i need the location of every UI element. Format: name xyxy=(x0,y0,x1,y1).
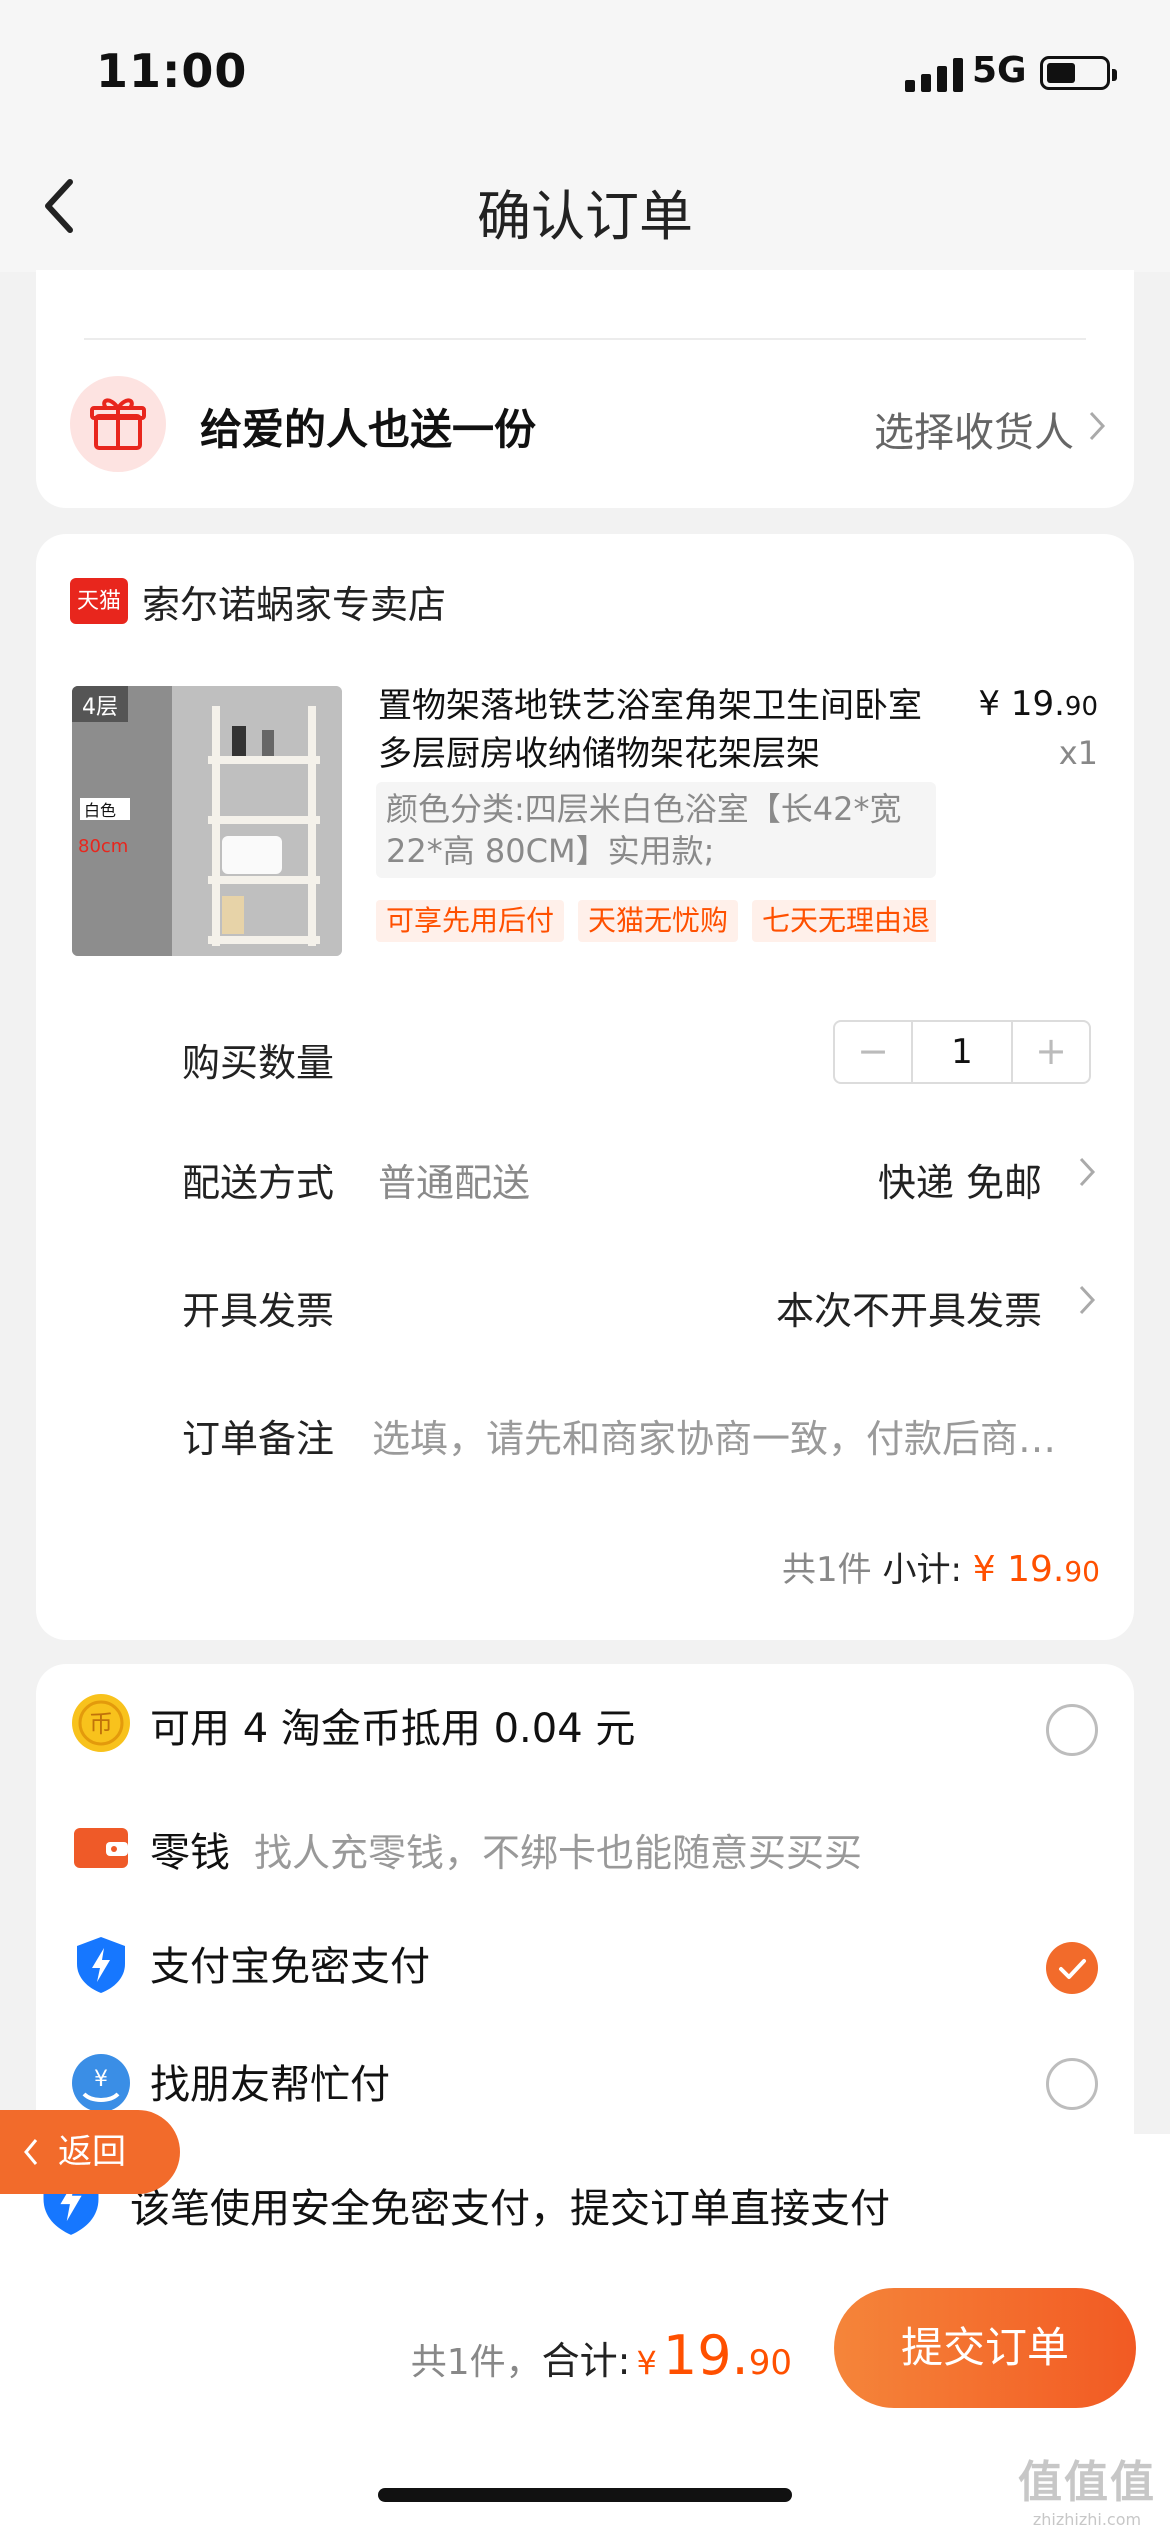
alipay-label: 支付宝免密支付 xyxy=(150,1944,430,1990)
shield-lightning-icon xyxy=(77,1937,125,1993)
note-label: 订单备注 xyxy=(182,1417,335,1461)
status-time: 11:00 xyxy=(96,44,248,98)
page-title: 确认订单 xyxy=(477,185,693,248)
product-price: ¥ 19.90 xyxy=(978,684,1098,724)
tag-seven-day-return: 七天无理由退 xyxy=(752,900,936,942)
order-total: 共1件， 合计: ¥ 19. 90 xyxy=(410,2324,792,2387)
check-icon xyxy=(1059,1959,1086,1979)
shipping-label: 配送方式 xyxy=(182,1161,335,1205)
invoice-label: 开具发票 xyxy=(182,1289,335,1333)
service-tags: 可享先用后付 天猫无忧购 七天无理由退 xyxy=(376,900,936,944)
bottom-bar: 该笔使用安全免密支付，提交订单直接支付 共1件， 合计: ¥ 19. 90 提交… xyxy=(0,2134,1170,2532)
sku-selector[interactable]: 颜色分类:四层米白色浴室【长42*宽 22*高 80CM】实用款; xyxy=(376,782,936,878)
svg-text:币: 币 xyxy=(89,1710,113,1738)
tag-tmall-worry-free: 天猫无忧购 xyxy=(578,900,739,942)
shipping-option[interactable]: 快递 免邮 xyxy=(878,1152,1042,1207)
chevron-right-icon xyxy=(1079,1285,1096,1315)
signal-icon xyxy=(905,56,963,92)
svg-text:¥: ¥ xyxy=(94,2067,108,2092)
chevron-left-icon xyxy=(24,2139,38,2165)
coin-icon: 币 xyxy=(72,1694,130,1752)
chevron-right-icon xyxy=(1089,411,1106,441)
watermark: 值值值 zhizhizhi.com xyxy=(1018,2457,1156,2529)
product-image[interactable]: 4层 白色 80cm xyxy=(72,686,342,956)
top-bar: 11:00 5G 确认订单 xyxy=(0,0,1170,272)
coins-label: 可用 4 淘金币抵用 0.04 元 xyxy=(150,1706,636,1752)
network-type: 5G xyxy=(972,50,1027,91)
order-note-input[interactable]: 选填，请先和商家协商一致，付款后商家可见 xyxy=(372,1408,1092,1463)
gift-label: 给爱的人也送一份 xyxy=(200,405,537,454)
select-recipient-link[interactable]: 选择收货人 xyxy=(874,400,1074,458)
submit-order-button[interactable]: 提交订单 xyxy=(834,2288,1136,2408)
change-label: 零钱 xyxy=(150,1830,230,1876)
back-label: 返回 xyxy=(58,2132,126,2172)
battery-icon xyxy=(1040,56,1117,90)
product-title[interactable]: 置物架落地铁艺浴室角架卫生间卧室多层厨房收纳储物架花架层架 xyxy=(378,682,938,778)
friend-pay-icon: ¥ xyxy=(72,2054,130,2112)
shipping-method: 普通配送 xyxy=(378,1161,531,1205)
payment-card: 币 可用 4 淘金币抵用 0.04 元 零钱 找人充零钱，不绑卡也能随意买买买 … xyxy=(36,1664,1134,2134)
quantity-stepper: − 1 + xyxy=(833,1020,1091,1084)
chevron-right-icon xyxy=(1079,1157,1096,1187)
friend-pay-radio[interactable] xyxy=(1046,2058,1098,2110)
wallet-icon xyxy=(74,1828,128,1868)
quantity-label: 购买数量 xyxy=(182,1041,335,1085)
quantity-input[interactable]: 1 xyxy=(911,1022,1013,1082)
gift-icon xyxy=(70,376,166,472)
increase-button[interactable]: + xyxy=(1013,1022,1089,1082)
order-card: 天猫 索尔诺蜗家专卖店 4层 白色 80cm 置物架落地铁艺浴室角架卫生间卧室多… xyxy=(36,534,1134,1640)
friend-pay-label: 找朋友帮忙付 xyxy=(150,2062,390,2108)
home-indicator[interactable] xyxy=(378,2488,792,2502)
product-quantity: x1 xyxy=(1058,734,1098,772)
image-color-label: 白色 xyxy=(84,801,116,820)
back-button[interactable]: 返回 xyxy=(0,2110,180,2194)
image-height-label: 80cm xyxy=(78,836,128,857)
gift-card[interactable]: 给爱的人也送一份 选择收货人 xyxy=(36,270,1134,508)
coins-radio[interactable] xyxy=(1046,1704,1098,1756)
subtotal: 共1件 小计: ¥ 19.90 xyxy=(782,1549,1100,1590)
tag-pay-later: 可享先用后付 xyxy=(376,900,565,942)
divider xyxy=(84,338,1086,340)
image-layer-label: 4层 xyxy=(82,695,118,720)
change-subtitle[interactable]: 找人充零钱，不绑卡也能随意买买买 xyxy=(254,1822,862,1877)
tmall-badge: 天猫 xyxy=(70,578,128,624)
store-name[interactable]: 索尔诺蜗家专卖店 xyxy=(142,574,446,629)
invoice-option[interactable]: 本次不开具发票 xyxy=(776,1280,1042,1335)
alipay-radio-checked[interactable] xyxy=(1046,1942,1098,1994)
payment-notice: 该笔使用安全免密支付，提交订单直接支付 xyxy=(130,2186,890,2232)
decrease-button[interactable]: − xyxy=(835,1022,911,1082)
